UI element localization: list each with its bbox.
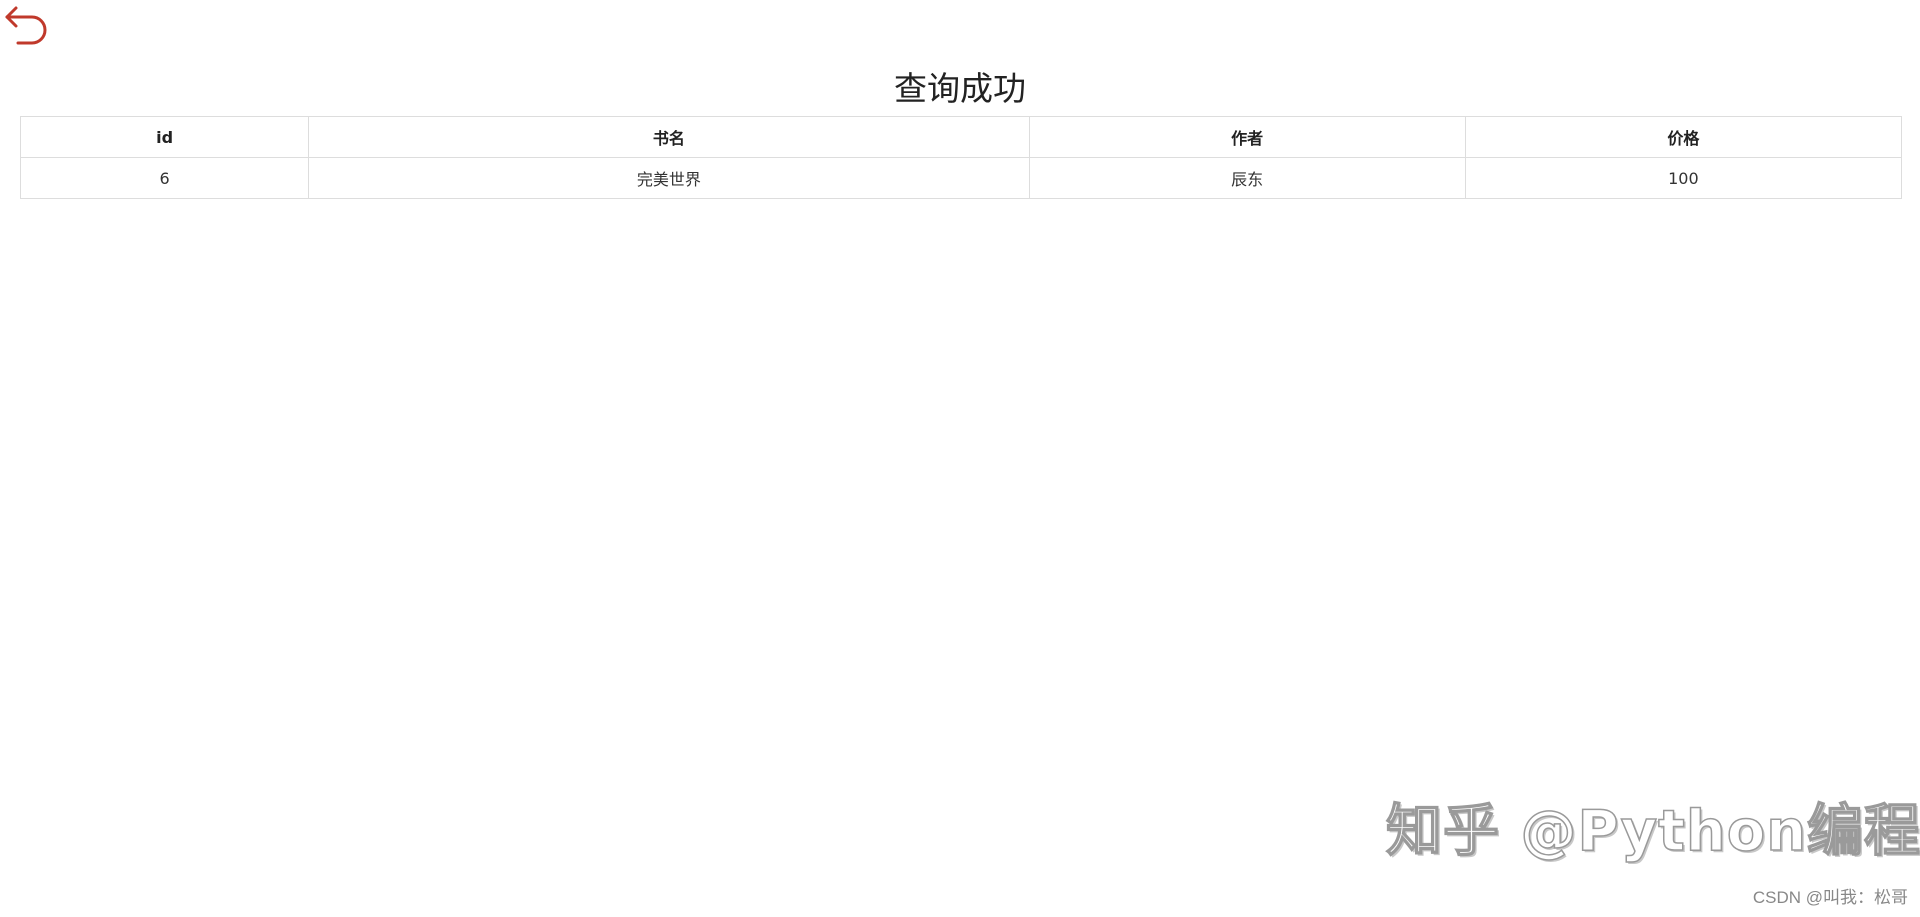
- header-id: id: [19, 116, 310, 158]
- back-button[interactable]: [2, 2, 50, 48]
- credit-text: CSDN @叫我：松哥: [1752, 888, 1908, 907]
- table-header-row: id 书名 作者 价格: [19, 116, 1903, 158]
- header-price: 价格: [1464, 116, 1903, 158]
- watermark: 知乎 @Python编程: [1385, 799, 1920, 865]
- page-title: 查询成功: [894, 69, 1026, 108]
- cell-id: 6: [19, 157, 310, 199]
- cell-book-name: 完美世界: [308, 157, 1030, 199]
- back-arrow-icon: [5, 6, 47, 45]
- table-row: 6 完美世界 辰东 100: [19, 157, 1903, 199]
- cell-author: 辰东: [1028, 157, 1466, 199]
- cell-price: 100: [1464, 157, 1903, 199]
- header-author: 作者: [1028, 116, 1466, 158]
- results-table: id 书名 作者 价格 6 完美世界 辰东 100: [19, 116, 1903, 199]
- header-book-name: 书名: [308, 116, 1030, 158]
